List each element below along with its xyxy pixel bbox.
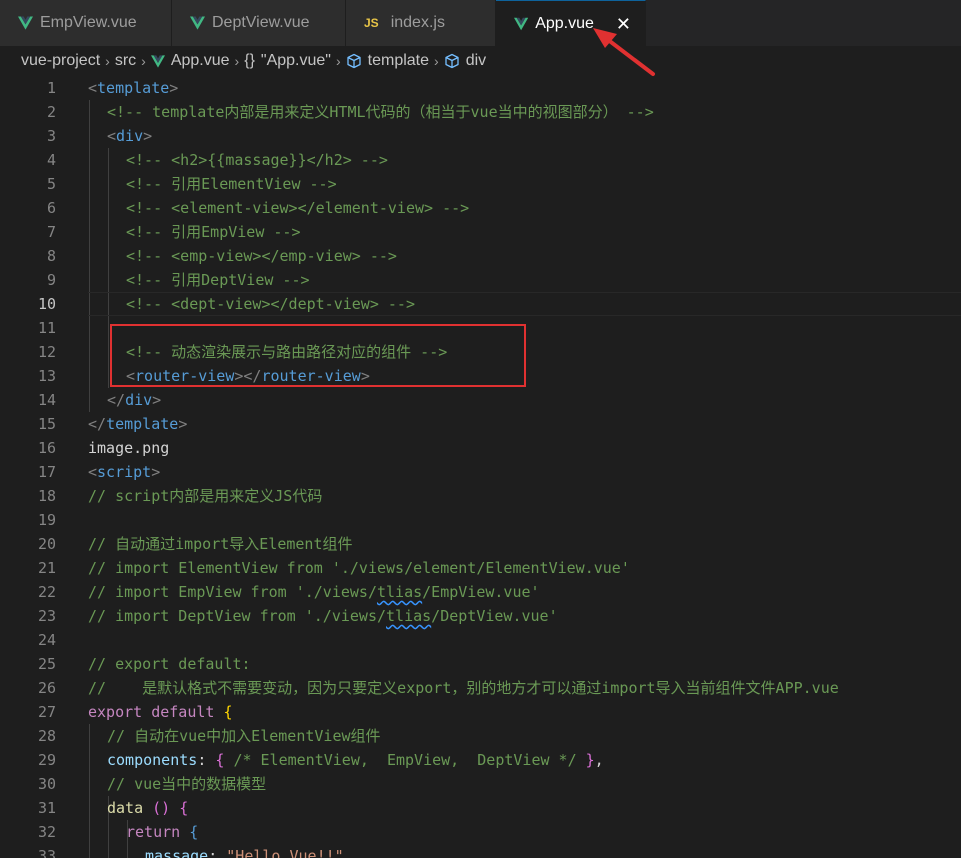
code-line: // import EmpView from './views/tlias/Em… (0, 580, 961, 604)
js-icon: JS (364, 16, 379, 30)
code-line: // import ElementView from './views/elem… (0, 556, 961, 580)
code-editor[interactable]: 1 2 3 4 5 6 7 8 9 10 11 12 13 14 15 16 1… (0, 76, 961, 858)
code-line: // 是默认格式不需要变动，因为只要定义export，别的地方才可以通过impo… (0, 676, 961, 700)
code-line: // 自动通过import导入Element组件 (0, 532, 961, 556)
vue-icon (150, 54, 165, 68)
vue-icon (514, 17, 529, 30)
breadcrumb-item[interactable]: template (368, 52, 429, 70)
vue-icon (190, 16, 205, 30)
code-line: <script> (88, 463, 161, 481)
breadcrumb-item[interactable]: App.vue (171, 52, 230, 70)
code-line: <!-- 引用ElementView --> (0, 172, 961, 196)
code-line: data () { (107, 799, 189, 817)
comment: <!-- 引用DeptView --> (126, 271, 310, 289)
spelling-squiggle[interactable]: tlias (386, 607, 431, 625)
tab-label: index.js (390, 14, 445, 31)
comment: // script内部是用来定义JS代码 (88, 487, 323, 505)
comment: // 是默认格式不需要变动，因为只要定义export，别的地方才可以通过impo… (88, 679, 839, 697)
code-line: <!-- template内部是用来定义HTML代码的（相当于vue当中的视图部… (0, 100, 961, 124)
tab-bar: EmpView.vue DeptView.vue JS index.js App… (0, 0, 961, 46)
code-line: <template> (88, 79, 179, 97)
tab-index-js[interactable]: JS index.js (346, 0, 496, 46)
code-line: return { (126, 823, 199, 841)
comment: // 自动通过import导入Element组件 (88, 535, 353, 553)
cube-icon (347, 53, 361, 69)
code-line: <!-- <emp-view></emp-view> --> (0, 244, 961, 268)
code-line: <!-- <h2>{{massage}}</h2> --> (0, 148, 961, 172)
code-line: <div> (107, 127, 153, 145)
comment: <!-- <emp-view></emp-view> --> (126, 247, 397, 265)
breadcrumb-item[interactable]: vue-project (21, 52, 100, 70)
comment: // import DeptView from './views/ (88, 607, 387, 625)
code-line: image.png (0, 436, 961, 460)
code-line: <!-- 引用EmpView --> (0, 220, 961, 244)
code-line: <!-- <dept-view></dept-view> --> (0, 292, 961, 316)
line-number: 19 (37, 511, 56, 529)
comment: // vue当中的数据模型 (107, 775, 267, 793)
comment: // export default: (88, 655, 251, 673)
line-number: 11 (37, 319, 56, 337)
code-line: components: { /* ElementView, EmpView, D… (107, 751, 604, 769)
code-line: massage: "Hello Vue!!" (0, 844, 961, 858)
code-line: <!-- 引用DeptView --> (0, 268, 961, 292)
braces-icon: {} (244, 52, 255, 69)
plain-text: image.png (88, 439, 170, 457)
annotation-box (110, 324, 526, 387)
code-line: <!-- <element-view></element-view> --> (0, 196, 961, 220)
breadcrumb-separator: › (141, 53, 146, 69)
code-line: // vue当中的数据模型 (0, 772, 961, 796)
comment: // 自动在vue中加入ElementView组件 (107, 727, 381, 745)
spelling-squiggle[interactable]: tlias (377, 583, 422, 601)
breadcrumb-separator: › (105, 53, 110, 69)
line-number: 24 (37, 631, 56, 649)
string-literal: "Hello Vue!!" (226, 847, 344, 858)
comment: <!-- <dept-view></dept-view> --> (126, 295, 415, 313)
code-line: // import DeptView from './views/tlias/D… (0, 604, 961, 628)
comment: <!-- <element-view></element-view> --> (126, 199, 470, 217)
tab-deptview[interactable]: DeptView.vue (172, 0, 346, 46)
breadcrumb-separator: › (234, 53, 240, 69)
comment: // import ElementView from './views/elem… (88, 559, 630, 577)
code-line: // script内部是用来定义JS代码 (0, 484, 961, 508)
code-line: export default { (88, 703, 233, 721)
tab-label: EmpView.vue (40, 14, 137, 31)
comment: <!-- template内部是用来定义HTML代码的（相当于vue当中的视图部… (107, 103, 654, 121)
code-line: // 自动在vue中加入ElementView组件 (0, 724, 961, 748)
breadcrumb-item[interactable]: src (115, 52, 136, 70)
code-line: </template> (88, 415, 188, 433)
comment: /DeptView.vue' (431, 607, 558, 625)
comment: <!-- <h2>{{massage}}</h2> --> (126, 151, 388, 169)
annotation-arrow (593, 28, 655, 76)
breadcrumb-item[interactable]: div (466, 52, 486, 70)
breadcrumb: vue-project › src › App.vue › {} "App.vu… (0, 46, 961, 76)
comment: <!-- 引用EmpView --> (126, 223, 301, 241)
tab-label: DeptView.vue (212, 14, 310, 31)
breadcrumb-separator: › (335, 53, 341, 69)
cube-icon (445, 53, 459, 69)
code-line: </div> (107, 391, 162, 409)
vue-icon (18, 16, 33, 30)
breadcrumb-item[interactable]: "App.vue" (261, 52, 331, 70)
comment: // import EmpView from './views/ (88, 583, 377, 601)
code-line: // export default: (0, 652, 961, 676)
tab-empview[interactable]: EmpView.vue (0, 0, 172, 46)
comment: /EmpView.vue' (422, 583, 540, 601)
comment: <!-- 引用ElementView --> (126, 175, 337, 193)
comment: /* ElementView, EmpView, DeptView */ (233, 751, 577, 769)
breadcrumb-separator: › (434, 53, 439, 69)
